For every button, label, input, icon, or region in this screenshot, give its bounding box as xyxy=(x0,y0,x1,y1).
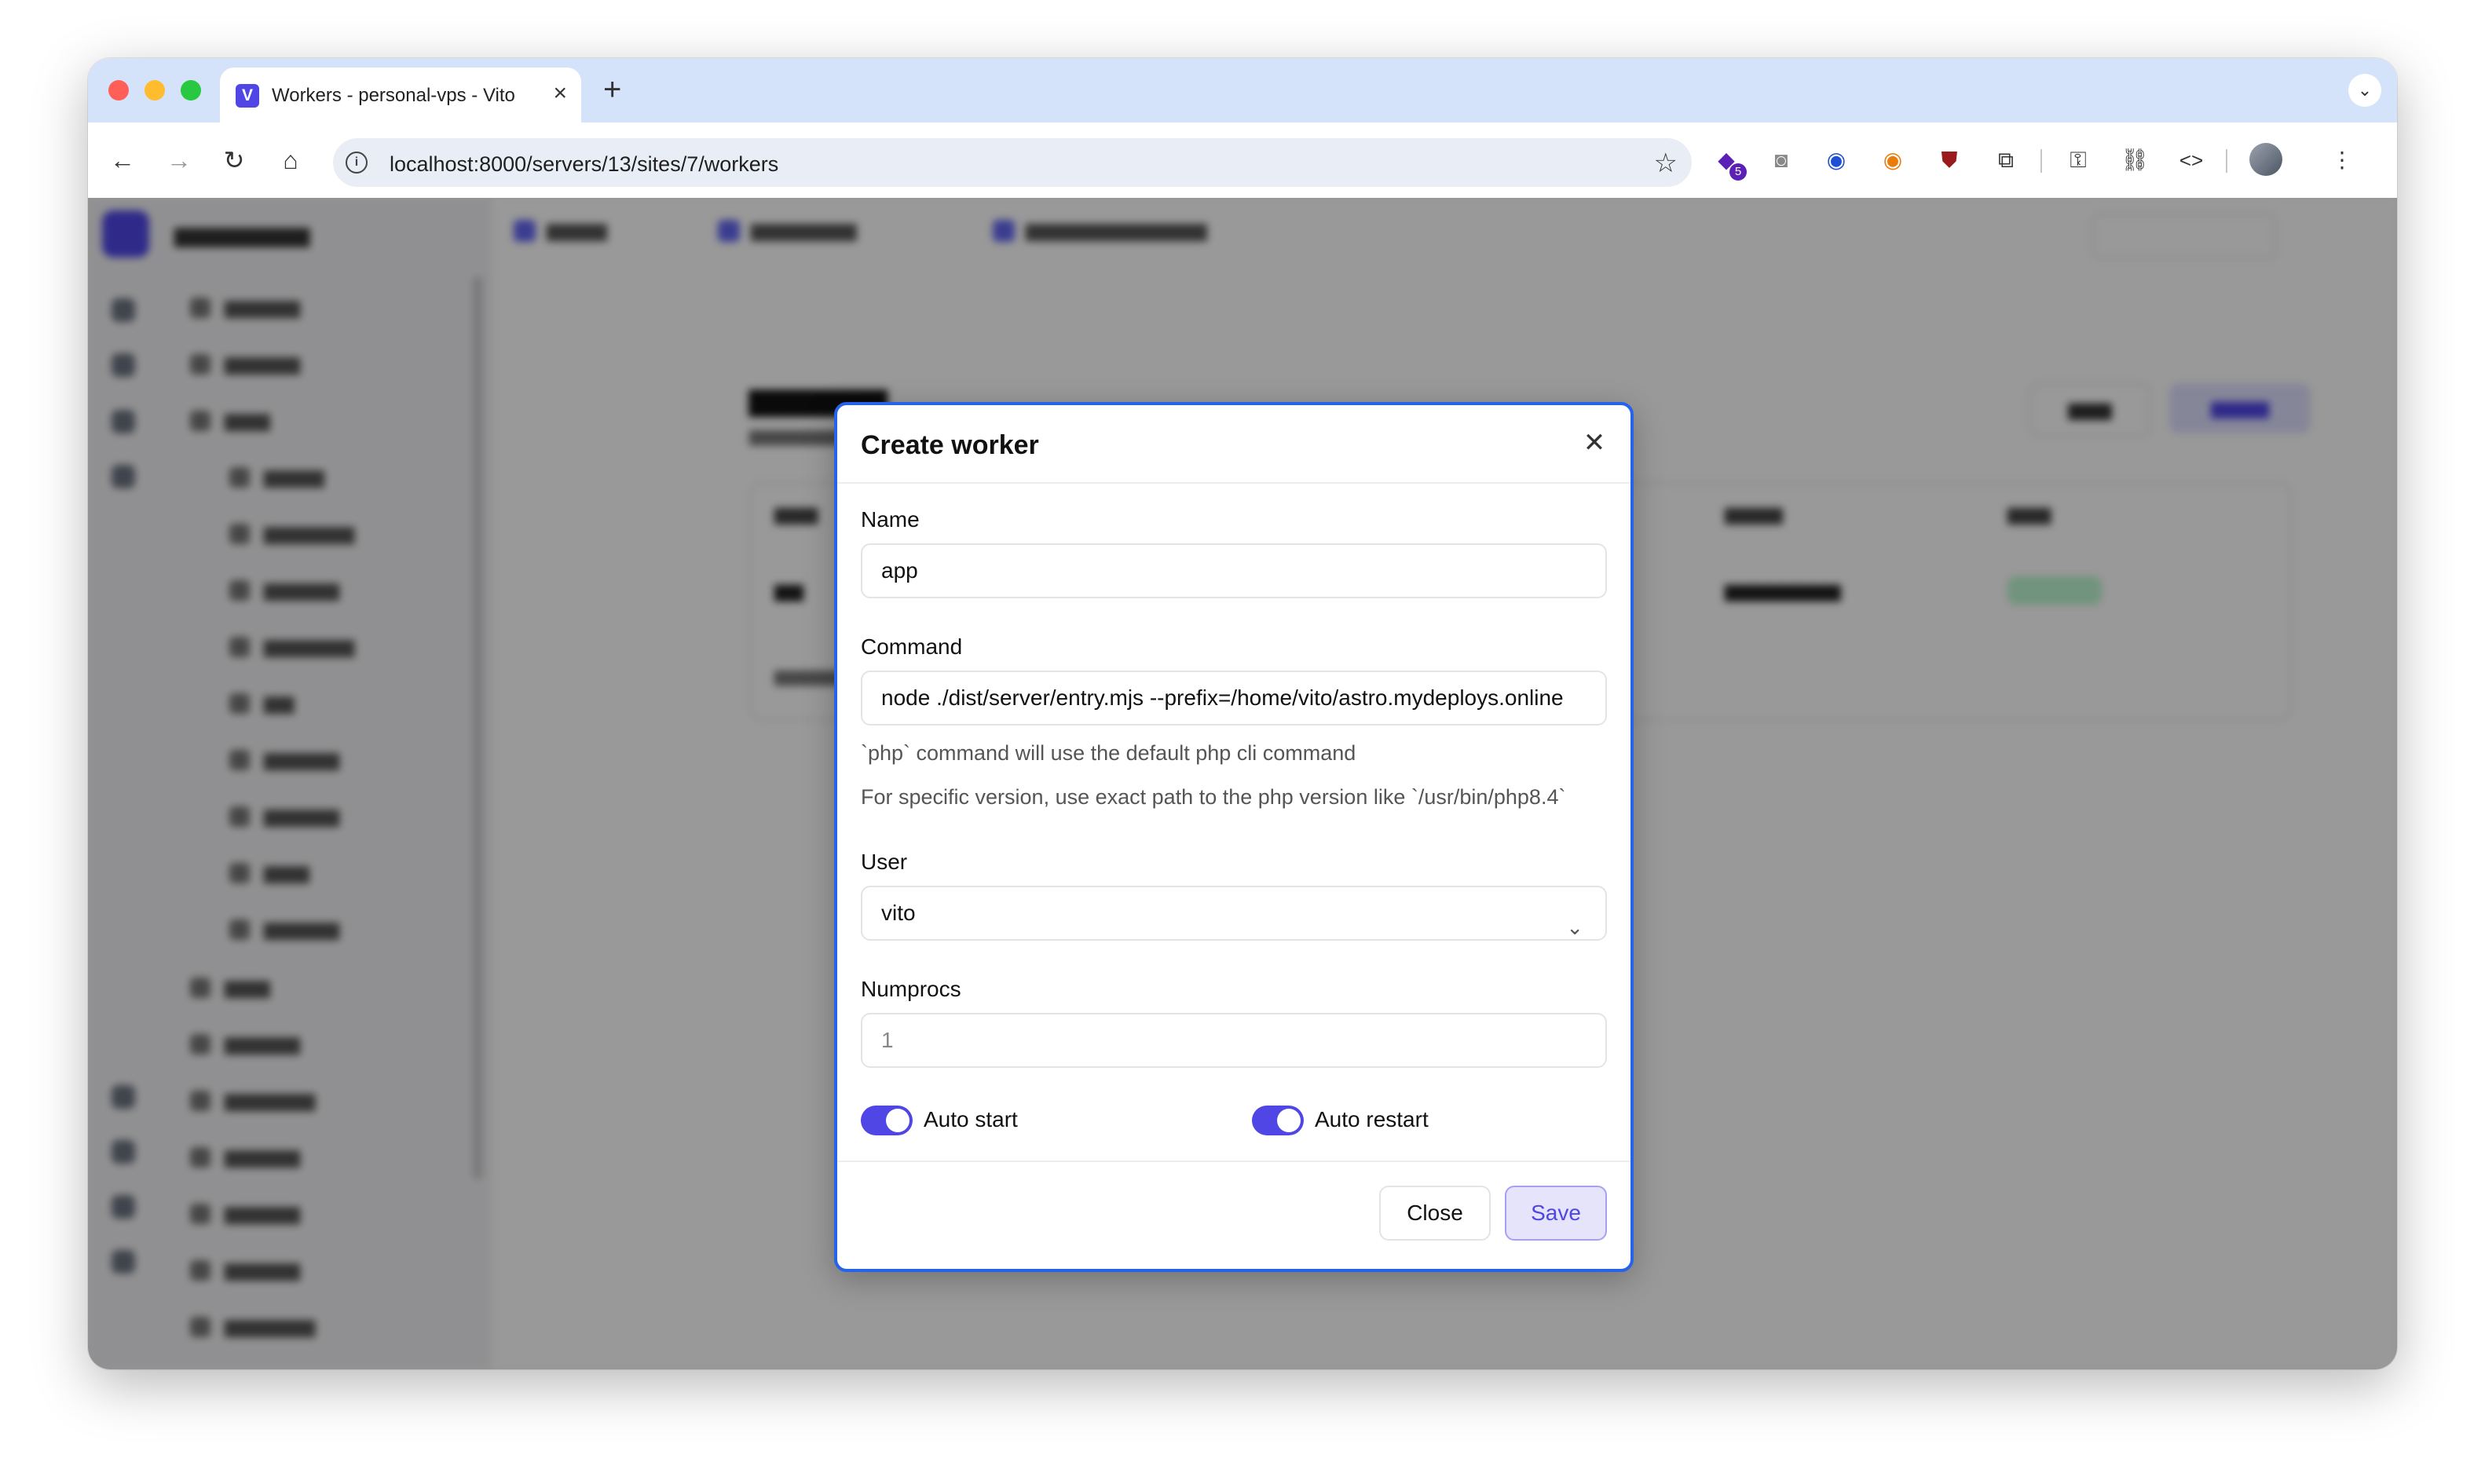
shield-icon[interactable]: ⛊ xyxy=(1934,144,1965,176)
name-label: Name xyxy=(861,507,920,532)
name-input[interactable] xyxy=(861,543,1607,598)
auto-restart-toggle[interactable] xyxy=(1252,1106,1304,1135)
user-label: User xyxy=(861,850,908,874)
create-worker-dialog: Create worker ✕ Name Command `php` comma… xyxy=(834,402,1634,1272)
tab-strip: V Workers - personal-vps - Vito × + ⌄ xyxy=(88,58,2397,122)
toggle-knob xyxy=(1277,1109,1301,1132)
command-hint-version: For specific version, use exact path to … xyxy=(861,785,1566,809)
close-window-button[interactable] xyxy=(108,80,129,101)
user-select[interactable]: vito ⌄ xyxy=(861,886,1607,941)
extension-circle-orange-icon[interactable]: ◉ xyxy=(1877,144,1909,176)
camera-icon[interactable]: ◙ xyxy=(1766,144,1797,176)
maximize-window-button[interactable] xyxy=(181,80,201,101)
extension-cap-icon[interactable]: ◆ 5 xyxy=(1711,144,1747,181)
close-tab-icon[interactable]: × xyxy=(553,80,567,107)
home-icon[interactable]: ⌂ xyxy=(273,143,308,177)
extension-circle-blue-icon[interactable]: ◉ xyxy=(1821,144,1852,176)
toolbar-separator xyxy=(2226,149,2227,173)
save-button[interactable]: Save xyxy=(1505,1186,1607,1241)
dialog-title: Create worker xyxy=(861,430,1039,460)
tab-workers[interactable]: V Workers - personal-vps - Vito × xyxy=(220,68,581,122)
address-bar[interactable]: i ☆ xyxy=(333,138,1692,187)
link-icon[interactable]: ⛓ xyxy=(2119,144,2150,176)
close-button[interactable]: Close xyxy=(1379,1186,1491,1241)
minimize-window-button[interactable] xyxy=(145,80,165,101)
toolbar-separator xyxy=(2040,149,2042,173)
code-icon[interactable]: <> xyxy=(2176,144,2207,176)
dialog-header-divider xyxy=(837,482,1630,484)
close-icon[interactable]: ✕ xyxy=(1580,429,1608,457)
auto-restart-label: Auto restart xyxy=(1315,1107,1429,1131)
page-viewport: ▆▆▆▆▆▆▆▆ ▆▆▆▆▆ ▆▆▆▆▆ ▆▆▆ ▆▆▆▆ ▆▆▆▆▆▆ ▆▆▆… xyxy=(88,198,2397,1369)
forward-arrow-icon[interactable]: → xyxy=(162,143,196,177)
auto-start-label: Auto start xyxy=(924,1107,1018,1131)
browser-toolbar: ← → ↻ ⌂ i ☆ ◆5 ◙ ◉ ◉ ⛊ ⧉ ⚿ ⛓ <> ⋮ xyxy=(88,122,2397,198)
tab-search-chevron-icon[interactable]: ⌄ xyxy=(2348,74,2381,107)
numprocs-input[interactable] xyxy=(861,1013,1607,1068)
numprocs-label: Numprocs xyxy=(861,977,961,1001)
back-arrow-icon[interactable]: ← xyxy=(105,143,140,177)
vito-favicon-icon: V xyxy=(236,84,259,108)
puzzle-extensions-icon[interactable]: ⧉ xyxy=(1990,144,2022,176)
site-info-icon[interactable]: i xyxy=(346,152,368,174)
new-tab-icon[interactable]: + xyxy=(603,72,621,108)
browser-window: V Workers - personal-vps - Vito × + ⌄ ← … xyxy=(88,58,2397,1369)
reload-icon[interactable]: ↻ xyxy=(217,143,251,177)
auto-start-toggle[interactable] xyxy=(861,1106,913,1135)
more-menu-icon[interactable]: ⋮ xyxy=(2326,144,2358,176)
command-label: Command xyxy=(861,634,963,659)
extension-badge: 5 xyxy=(1729,163,1747,181)
url-input[interactable] xyxy=(390,152,1489,177)
key-icon[interactable]: ⚿ xyxy=(2062,144,2094,176)
tab-title: Workers - personal-vps - Vito xyxy=(272,85,515,106)
profile-avatar[interactable] xyxy=(2249,143,2282,176)
command-input[interactable] xyxy=(861,671,1607,726)
toggle-knob xyxy=(886,1109,909,1132)
bookmark-star-icon[interactable]: ☆ xyxy=(1654,148,1678,179)
user-select-value: vito xyxy=(881,901,916,925)
chevron-down-icon: ⌄ xyxy=(1566,916,1583,939)
command-hint-default: `php` command will use the default php c… xyxy=(861,741,1356,765)
dialog-footer-divider xyxy=(837,1161,1630,1162)
